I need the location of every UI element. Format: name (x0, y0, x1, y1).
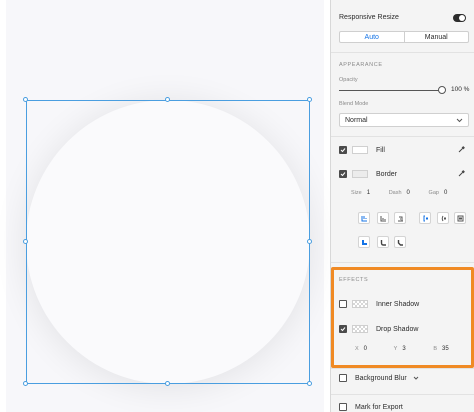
opacity-label: Opacity (339, 77, 358, 83)
design-canvas[interactable] (0, 0, 330, 412)
gap-input[interactable]: 0 (444, 190, 447, 196)
chevron-down-icon[interactable] (413, 376, 419, 380)
gap-label: Gap (428, 190, 439, 196)
mark-for-export-label: Mark for Export (355, 403, 403, 411)
border-checkbox[interactable] (339, 170, 347, 178)
fill-checkbox[interactable] (339, 146, 347, 154)
chevron-down-icon (456, 118, 463, 122)
resize-mode-auto[interactable]: Auto (340, 32, 405, 42)
responsive-resize-label: Responsive Resize (339, 14, 399, 21)
opacity-value[interactable]: 100 % (451, 86, 469, 93)
resize-handle-left[interactable] (23, 239, 28, 244)
fill-label: Fill (376, 146, 385, 154)
cap-square-icon[interactable] (394, 236, 406, 248)
mark-for-export-checkbox[interactable] (339, 403, 347, 411)
join-round-icon[interactable] (437, 212, 449, 224)
checkmark-icon (340, 148, 346, 153)
resize-mode-manual[interactable]: Manual (405, 32, 469, 42)
divider (331, 394, 474, 395)
stroke-outer-icon[interactable] (394, 212, 406, 224)
cap-butt-icon[interactable] (358, 236, 370, 248)
join-miter-icon[interactable] (419, 212, 431, 224)
resize-handle-bottom-right[interactable] (307, 381, 312, 386)
divider (331, 368, 474, 369)
eyedropper-icon[interactable] (458, 145, 466, 155)
dash-label: Dash (388, 190, 402, 196)
resize-handle-right[interactable] (307, 239, 312, 244)
resize-mode-segmented-control: Auto Manual (339, 31, 469, 43)
dash-input[interactable]: 0 (407, 190, 429, 196)
resize-handle-top-right[interactable] (307, 97, 312, 102)
border-color-swatch[interactable] (352, 170, 368, 178)
border-label: Border (376, 170, 398, 178)
blend-mode-value: Normal (345, 116, 368, 124)
resize-handle-bottom-left[interactable] (23, 381, 28, 386)
blend-mode-select[interactable]: Normal (339, 113, 469, 127)
background-blur-label: Background Blur (355, 374, 407, 382)
stroke-center-icon[interactable] (377, 212, 389, 224)
size-input[interactable]: 1 (367, 190, 389, 196)
divider (331, 52, 474, 53)
resize-handle-top-left[interactable] (23, 97, 28, 102)
stroke-inner-icon[interactable] (358, 212, 370, 224)
fill-color-swatch[interactable] (352, 146, 368, 154)
join-bevel-icon[interactable] (454, 212, 466, 224)
divider (331, 136, 474, 137)
responsive-resize-toggle[interactable] (453, 14, 466, 22)
cap-round-icon[interactable] (377, 236, 389, 248)
effects-highlight-box (331, 267, 474, 368)
opacity-slider-track[interactable] (339, 90, 439, 91)
selection-box[interactable] (26, 100, 310, 384)
resize-handle-top[interactable] (165, 97, 170, 102)
checkmark-icon (340, 172, 346, 177)
divider (331, 262, 474, 263)
background-blur-checkbox[interactable] (339, 374, 347, 382)
resize-handle-bottom[interactable] (165, 381, 170, 386)
appearance-heading: APPEARANCE (339, 62, 383, 68)
size-label: Size (351, 190, 362, 196)
opacity-slider-thumb[interactable] (438, 86, 446, 94)
blend-mode-label: Blend Mode (339, 101, 369, 107)
eyedropper-icon[interactable] (458, 169, 466, 179)
